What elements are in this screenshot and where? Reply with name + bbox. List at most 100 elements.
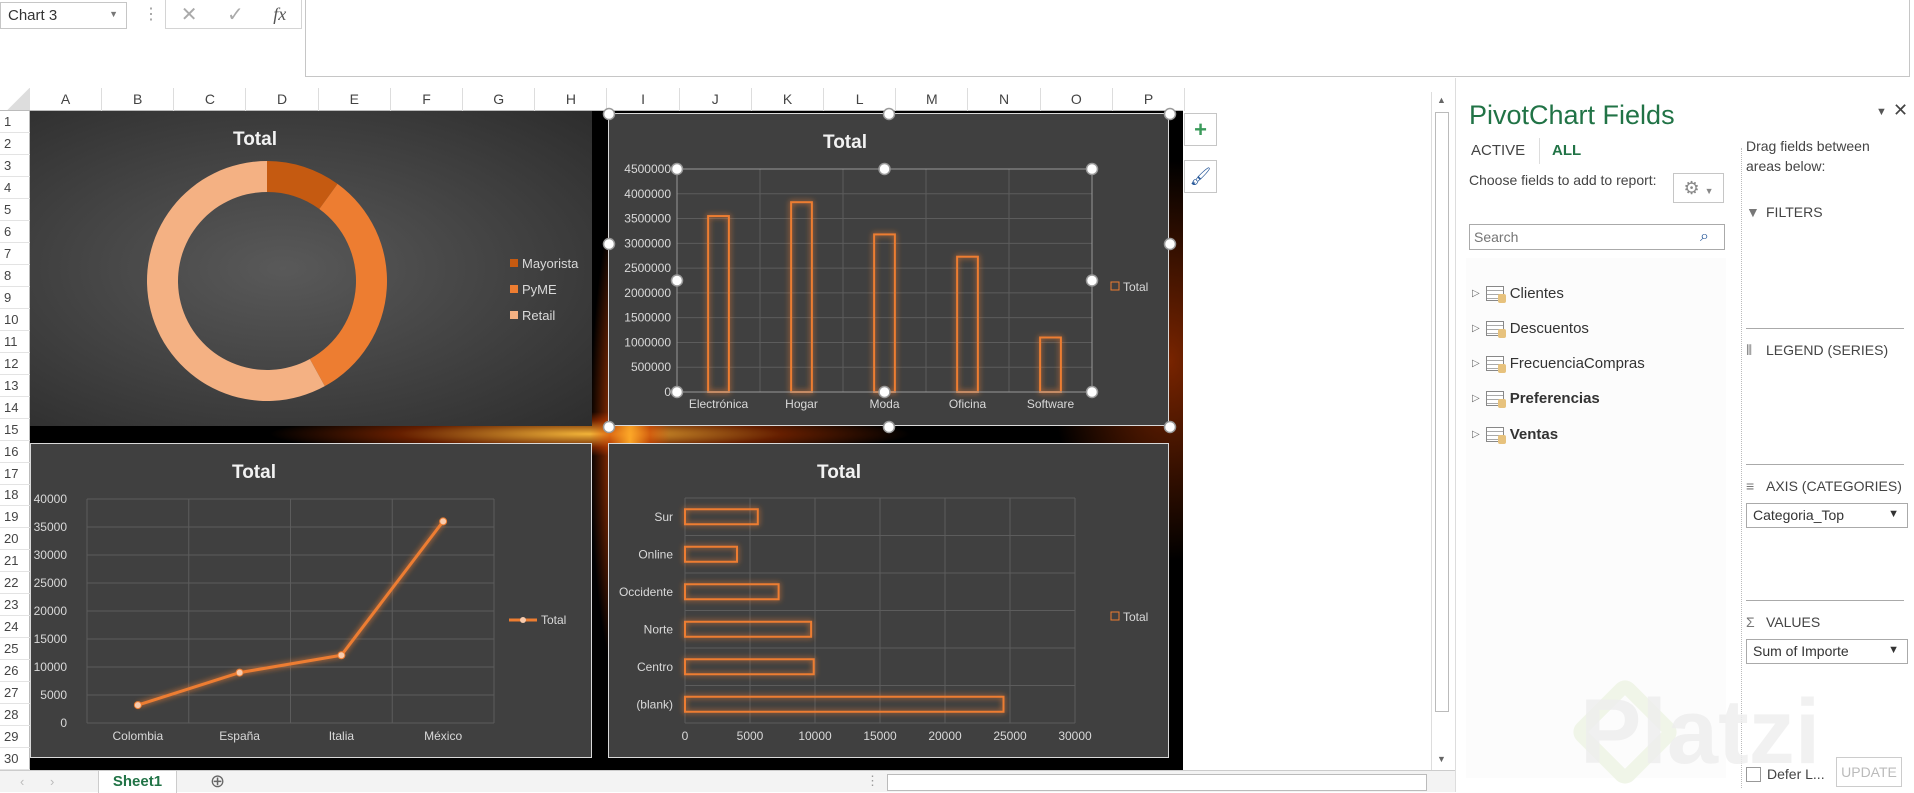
splitter-icon[interactable]: ⋮ [866,773,879,789]
row-header-26[interactable]: 26 [0,660,30,683]
row-header-21[interactable]: 21 [0,550,30,573]
row-header-15[interactable]: 15 [0,419,30,441]
field-item[interactable]: ▷ Clientes [1472,278,1564,308]
line-chart-svg: Total 0 5000 10000 15000 20000 25000 30000 35000… [34,462,567,743]
column-header-G[interactable]: G [463,88,536,111]
axis-label: AXIS (CATEGORIES) [1766,478,1902,494]
row-header-10[interactable]: 10 [0,309,30,331]
column-header-B[interactable]: B [102,88,175,111]
chart-styles-button[interactable]: 🖌 [1184,160,1217,193]
row-header-28[interactable]: 28 [0,704,30,727]
row-header-8[interactable]: 8 [0,265,30,287]
enter-icon[interactable]: ✓ [227,2,244,27]
prev-sheet-icon[interactable]: ‹ [20,774,24,789]
table-icon [1485,320,1506,338]
expand-icon[interactable]: ▷ [1472,358,1480,369]
column-header-F[interactable]: F [391,88,463,111]
row-header-18[interactable]: 18 [0,484,30,507]
horizontal-bar-chart[interactable]: Total 0 5000 10000 15000 20000 25000 30000 Sur On… [608,443,1169,758]
row-header-5[interactable]: 5 [0,199,30,221]
cancel-icon[interactable]: ✕ [181,2,198,27]
search-icon[interactable]: ⌕ [1700,228,1709,246]
column-header-D[interactable]: D [247,88,319,111]
horizontal-scrollbar[interactable] [887,774,1427,791]
column-header-K[interactable]: K [752,88,824,111]
row-header-25[interactable]: 25 [0,638,30,661]
column-chart[interactable]: Total 0 500000 1000000 1500000 2000000 2500000… [602,107,1177,434]
more-icon[interactable]: ⋮ [143,4,159,24]
row-header-27[interactable]: 27 [0,682,30,705]
field-item[interactable]: ▷ FrecuenciaCompras [1472,349,1645,379]
row-header-24[interactable]: 24 [0,616,30,639]
expand-icon[interactable]: ▷ [1472,393,1480,404]
row-header-7[interactable]: 7 [0,243,30,265]
column-header-I[interactable]: I [608,88,680,111]
insert-function-icon[interactable]: fx [273,4,286,25]
column-header-C[interactable]: C [174,88,247,111]
column-header-N[interactable]: N [969,88,1041,111]
axis-field-dropdown[interactable]: Categoria_Top ▼ [1746,503,1908,528]
sheet-tab-sheet1[interactable]: Sheet1 [98,771,177,793]
row-header-9[interactable]: 9 [0,287,30,309]
row-header-11[interactable]: 11 [0,331,30,353]
row-header-30[interactable]: 30 [0,748,30,771]
scroll-down-icon[interactable]: ▼ [1437,754,1446,764]
tools-button[interactable]: ⚙ ▼ [1673,173,1724,203]
chart-elements-button[interactable]: + [1184,113,1217,146]
expand-icon[interactable]: ▷ [1472,323,1480,334]
column-header-P[interactable]: P [1113,88,1185,111]
row-header-13[interactable]: 13 [0,375,30,397]
expand-icon[interactable]: ▷ [1472,288,1480,299]
close-icon[interactable]: ✕ [1893,100,1908,121]
row-header-4[interactable]: 4 [0,177,30,199]
row-header-3[interactable]: 3 [0,155,30,177]
name-box[interactable]: Chart 3 ▼ [0,2,127,29]
tab-active[interactable]: ACTIVE [1471,142,1525,159]
row-header-12[interactable]: 12 [0,353,30,375]
donut-chart[interactable]: Total Mayorista PyME Retail [30,111,592,426]
column-header-M[interactable]: M [896,88,969,111]
column-header-O[interactable]: O [1041,88,1113,111]
scroll-thumb[interactable] [1435,112,1449,712]
field-item[interactable]: ▷ Preferencias [1472,384,1600,414]
row-header-16[interactable]: 16 [0,441,30,463]
bar-(blank) [684,695,1005,713]
next-sheet-icon[interactable]: › [50,774,54,789]
row-header-14[interactable]: 14 [0,397,30,419]
column-header-E[interactable]: E [319,88,391,111]
row-header-20[interactable]: 20 [0,528,30,551]
field-item[interactable]: ▷ Ventas [1472,419,1558,449]
row-header-17[interactable]: 17 [0,463,30,485]
values-area[interactable]: Σ VALUES [1746,614,1904,630]
row-header-2[interactable]: 2 [0,133,30,155]
vertical-scrollbar[interactable]: ▲ ▼ [1431,92,1452,770]
tab-all[interactable]: ALL [1552,142,1581,159]
plus-circle-icon[interactable]: ⊕ [210,771,225,792]
column-header-A[interactable]: A [30,88,102,111]
row-header-23[interactable]: 23 [0,594,30,617]
field-item[interactable]: ▷ Descuentos [1472,313,1589,343]
expand-icon[interactable]: ▷ [1472,429,1480,440]
pane-options-icon[interactable]: ▼ [1876,106,1887,118]
row-header-6[interactable]: 6 [0,221,30,243]
column-header-J[interactable]: J [680,88,752,111]
line-chart[interactable]: Total 0 5000 10000 15000 20000 25000 30000 35000… [30,443,592,758]
row-header-29[interactable]: 29 [0,726,30,749]
column-header-L[interactable]: L [824,88,897,111]
row-header-19[interactable]: 19 [0,506,30,529]
formula-input[interactable] [305,0,1910,77]
update-button[interactable]: UPDATE [1836,757,1902,787]
row-header-22[interactable]: 22 [0,572,30,595]
legend-area[interactable]: ⦀ LEGEND (SERIES) [1746,342,1904,359]
field-search-input[interactable] [1469,224,1725,250]
row-header-1[interactable]: 1 [0,111,30,133]
column-header-H[interactable]: H [535,88,608,111]
bar-Sur [684,508,759,526]
defer-update-checkbox[interactable]: Defer L... [1746,766,1825,782]
scroll-up-icon[interactable]: ▲ [1437,95,1446,105]
axis-area[interactable]: ≡ AXIS (CATEGORIES) [1746,478,1904,494]
checkbox[interactable] [1746,766,1761,782]
filters-area[interactable]: ▼ FILTERS [1746,204,1904,220]
chevron-down-icon[interactable]: ▼ [109,9,118,19]
values-field-dropdown[interactable]: Sum of Importe ▼ [1746,639,1908,664]
